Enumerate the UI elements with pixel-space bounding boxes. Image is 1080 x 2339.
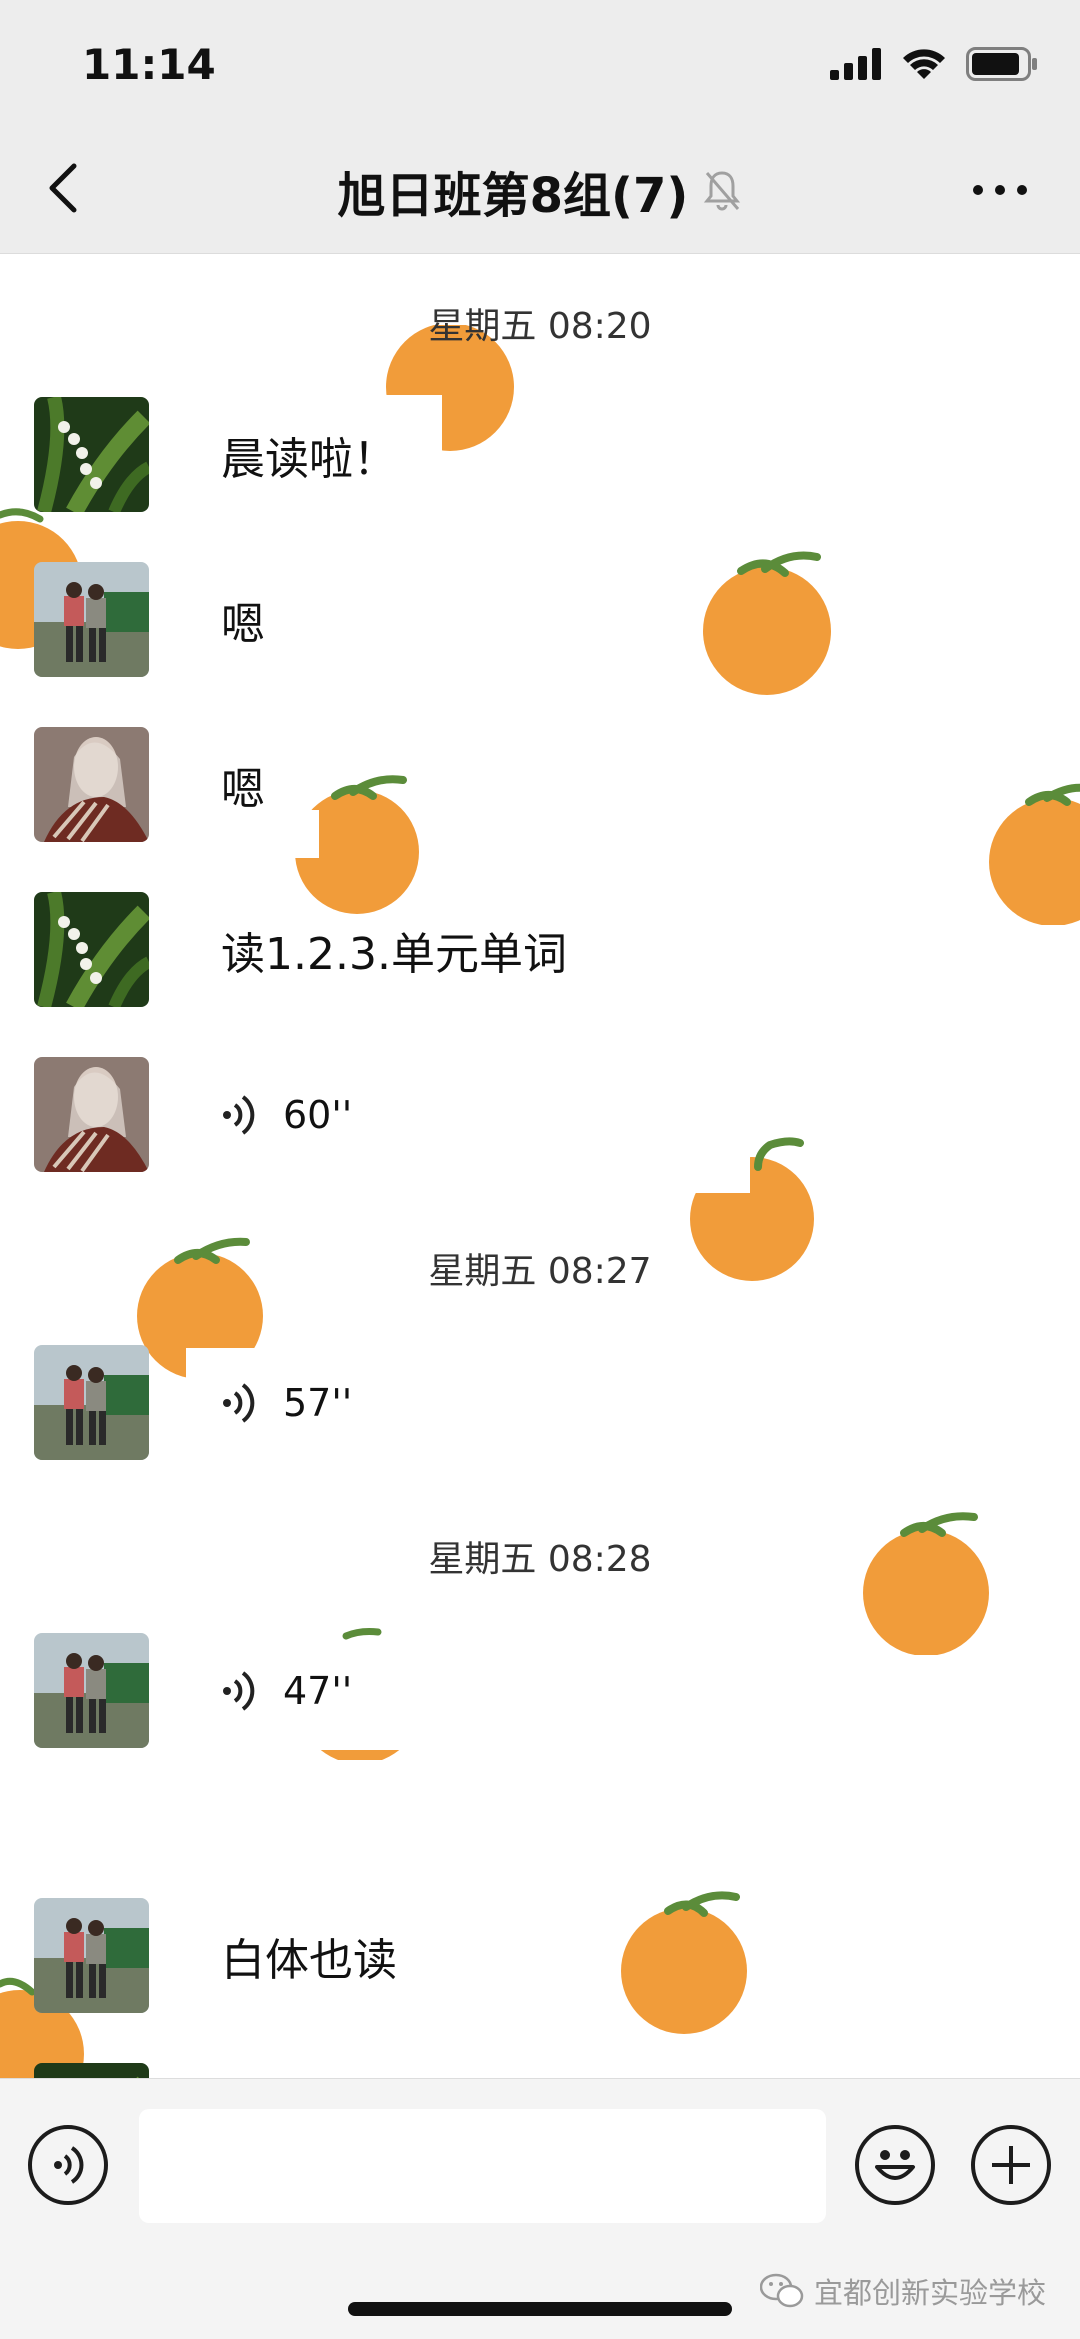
message-text[interactable]: 晨读啦！ — [221, 397, 397, 512]
two-people-avatar-image — [34, 1345, 149, 1460]
avatar[interactable] — [34, 1057, 149, 1172]
message-text[interactable]: 读1.2.3.单元单词 — [221, 892, 567, 1007]
chat-message-list[interactable]: 星期五 08:20 晨读啦！ 嗯 嗯 读1.2.3.单元单词 60'' 星期五 … — [0, 255, 1080, 2078]
watermark-text: 宜都创新实验学校 — [813, 2276, 1046, 2310]
voice-message[interactable]: 60'' — [221, 1057, 352, 1172]
message-text[interactable]: 嗯 — [221, 727, 265, 842]
status-icons — [830, 44, 1038, 84]
avatar[interactable] — [34, 2063, 149, 2078]
lily-avatar-image — [34, 892, 149, 1007]
voice-duration: 60'' — [283, 1092, 353, 1137]
emoji-button[interactable] — [855, 2125, 935, 2205]
two-people-avatar-image — [34, 562, 149, 677]
voice-wave-icon — [223, 1094, 255, 1135]
avatar[interactable] — [34, 892, 149, 1007]
lily-avatar-image — [34, 397, 149, 512]
top-bar: 11:14 旭日班第8组(7) — [0, 0, 1080, 254]
voice-message[interactable]: 47'' — [221, 1633, 352, 1748]
avatar[interactable] — [34, 1345, 149, 1460]
emoji-icon — [875, 2150, 915, 2180]
battery-icon — [966, 47, 1037, 81]
status-time: 11:14 — [82, 40, 216, 89]
more-functions-button[interactable] — [971, 2125, 1051, 2205]
chat-title[interactable]: 旭日班第8组(7) — [338, 156, 689, 226]
message-text[interactable]: 白体也读 — [221, 1898, 397, 2013]
wechat-logo-icon — [759, 2273, 804, 2308]
orange-decoration — [703, 551, 831, 695]
avatar[interactable] — [34, 1633, 149, 1748]
voice-wave-icon — [223, 1382, 255, 1423]
message-timestamp: 星期五 08:28 — [428, 1539, 652, 1580]
orange-decoration — [621, 1891, 747, 2034]
nav-title-area: 旭日班第8组(7) — [0, 156, 1080, 226]
voice-input-button[interactable] — [28, 2125, 108, 2205]
message-input[interactable] — [139, 2109, 826, 2223]
avatar[interactable] — [34, 727, 149, 842]
illustrated-figure-avatar-image — [34, 727, 149, 842]
wifi-icon — [903, 49, 945, 79]
voice-duration: 47'' — [283, 1668, 353, 1713]
illustrated-figure-avatar-image — [34, 1057, 149, 1172]
voice-duration: 57'' — [283, 1380, 353, 1425]
voice-message[interactable]: 57'' — [221, 1345, 352, 1460]
orange-decoration — [989, 783, 1080, 925]
avatar[interactable] — [34, 1898, 149, 2013]
more-options-icon[interactable] — [970, 170, 1030, 210]
mute-bell-icon — [704, 171, 741, 211]
message-timestamp: 星期五 08:20 — [428, 306, 652, 347]
message-timestamp: 星期五 08:27 — [428, 1251, 652, 1292]
avatar[interactable] — [34, 397, 149, 512]
signal-icon — [830, 48, 881, 80]
home-indicator[interactable] — [348, 2302, 732, 2316]
message-text[interactable]: 嗯 — [221, 562, 265, 677]
voice-input-icon — [54, 2146, 84, 2184]
voice-wave-icon — [223, 1670, 255, 1711]
avatar[interactable] — [34, 562, 149, 677]
two-people-avatar-image — [34, 1633, 149, 1748]
plus-icon — [992, 2146, 1030, 2184]
lily-avatar-image — [34, 2063, 149, 2078]
two-people-avatar-image — [34, 1898, 149, 2013]
watermark: 宜都创新实验学校 — [759, 2270, 1046, 2312]
